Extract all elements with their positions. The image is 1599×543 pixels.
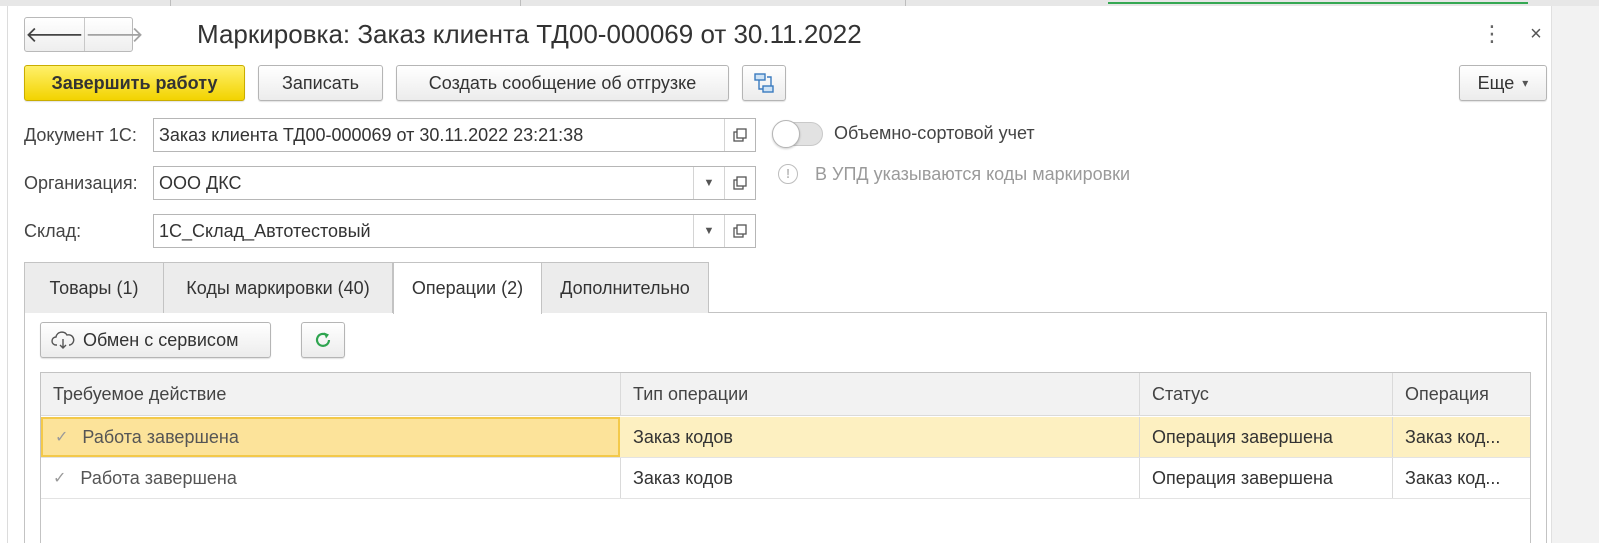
exchange-with-service-button[interactable]: Обмен с сервисом — [40, 322, 271, 358]
operations-table: Требуемое действие Тип операции Статус О… — [40, 372, 1531, 543]
refresh-button[interactable] — [301, 322, 345, 358]
warehouse-dropdown-button[interactable]: ▼ — [693, 215, 724, 247]
table-row[interactable]: ✓ Работа завершена Заказ кодов Операция … — [41, 458, 1530, 499]
forward-button[interactable]: 🡒 — [85, 18, 144, 51]
document-value: Заказ клиента ТД00-000069 от 30.11.2022 … — [159, 124, 584, 145]
top-strip-divider — [520, 0, 521, 6]
check-icon: ✓ — [55, 429, 69, 446]
more-actions-icon[interactable]: ⋮ — [1481, 20, 1503, 48]
cell-status[interactable]: Операция завершена — [1140, 417, 1393, 457]
column-header-operation-type[interactable]: Тип операции — [621, 373, 1140, 415]
toggle-knob[interactable] — [772, 120, 800, 148]
warehouse-value: 1С_Склад_Автотестовый — [159, 220, 371, 241]
organization-label: Организация: — [24, 173, 138, 193]
document-field[interactable]: Заказ клиента ТД00-000069 от 30.11.2022 … — [153, 118, 756, 152]
warehouse-label: Склад: — [24, 221, 82, 241]
table-row[interactable]: ✓ Работа завершена Заказ кодов Операция … — [41, 417, 1530, 458]
cell-operation[interactable]: Заказ код... — [1393, 458, 1530, 498]
table-header: Требуемое действие Тип операции Статус О… — [41, 373, 1530, 416]
warehouse-field[interactable]: 1С_Склад_Автотестовый ▼ — [153, 214, 756, 248]
right-scroll-area — [1551, 6, 1599, 543]
action-text: Работа завершена — [82, 426, 239, 447]
structure-icon — [754, 73, 774, 93]
open-link-icon — [733, 224, 747, 238]
tab-marking-codes[interactable]: Коды маркировки (40) — [163, 262, 393, 313]
more-button[interactable]: Еще ▾ — [1459, 65, 1547, 101]
save-button[interactable]: Записать — [258, 65, 383, 101]
chevron-down-icon: ▼ — [703, 177, 715, 189]
cell-action[interactable]: ✓ Работа завершена — [41, 458, 621, 498]
top-strip-divider — [905, 0, 906, 6]
cell-operation[interactable]: Заказ код... — [1393, 417, 1530, 457]
exchange-with-service-label: Обмен с сервисом — [83, 329, 239, 350]
tab-operations[interactable]: Операции (2) — [393, 262, 542, 314]
tab-goods[interactable]: Товары (1) — [24, 262, 164, 313]
cell-status[interactable]: Операция завершена — [1140, 458, 1393, 498]
column-header-action[interactable]: Требуемое действие — [41, 373, 621, 415]
info-icon: ! — [778, 164, 798, 184]
finish-work-button[interactable]: Завершить работу — [24, 65, 245, 101]
cell-operation-type[interactable]: Заказ кодов — [621, 417, 1140, 457]
organization-field[interactable]: ООО ДКС ▼ — [153, 166, 756, 200]
chevron-down-icon: ▼ — [703, 225, 715, 237]
left-edge — [0, 6, 8, 543]
open-link-icon — [733, 128, 747, 142]
column-header-status[interactable]: Статус — [1140, 373, 1393, 415]
organization-value: ООО ДКС — [159, 172, 242, 193]
refresh-icon — [315, 332, 331, 347]
action-text: Работа завершена — [80, 467, 237, 488]
open-link-icon — [733, 176, 747, 190]
document-label: Документ 1С: — [24, 125, 137, 145]
top-strip-divider — [170, 0, 171, 6]
arrow-left-icon: 🡐 — [25, 21, 84, 47]
open-document-button[interactable] — [724, 119, 755, 151]
open-organization-button[interactable] — [724, 167, 755, 199]
chevron-down-icon: ▾ — [1522, 76, 1529, 90]
history-navigation: 🡐 🡒 — [24, 17, 144, 52]
more-button-label: Еще — [1477, 72, 1515, 93]
structure-button[interactable] — [742, 65, 786, 101]
column-header-operation[interactable]: Операция — [1393, 373, 1530, 415]
open-warehouse-button[interactable] — [724, 215, 755, 247]
arrow-right-icon: 🡒 — [85, 21, 144, 47]
organization-dropdown-button[interactable]: ▼ — [693, 167, 724, 199]
tab-additional[interactable]: Дополнительно — [541, 262, 709, 313]
create-shipment-message-button[interactable]: Создать сообщение об отгрузке — [396, 65, 729, 101]
info-text: В УПД указываются коды маркировки — [815, 164, 1131, 184]
volume-sort-label: Объемно-сортовой учет — [834, 123, 1035, 143]
close-icon[interactable]: × — [1524, 20, 1548, 48]
cell-operation-type[interactable]: Заказ кодов — [621, 458, 1140, 498]
cloud-sync-icon — [51, 331, 75, 349]
check-icon: ✓ — [53, 470, 67, 487]
active-window-indicator — [1108, 0, 1528, 4]
window-title: Маркировка: Заказ клиента ТД00-000069 от… — [197, 19, 862, 49]
back-button[interactable]: 🡐 — [25, 18, 85, 51]
cell-action[interactable]: ✓ Работа завершена — [41, 417, 620, 457]
